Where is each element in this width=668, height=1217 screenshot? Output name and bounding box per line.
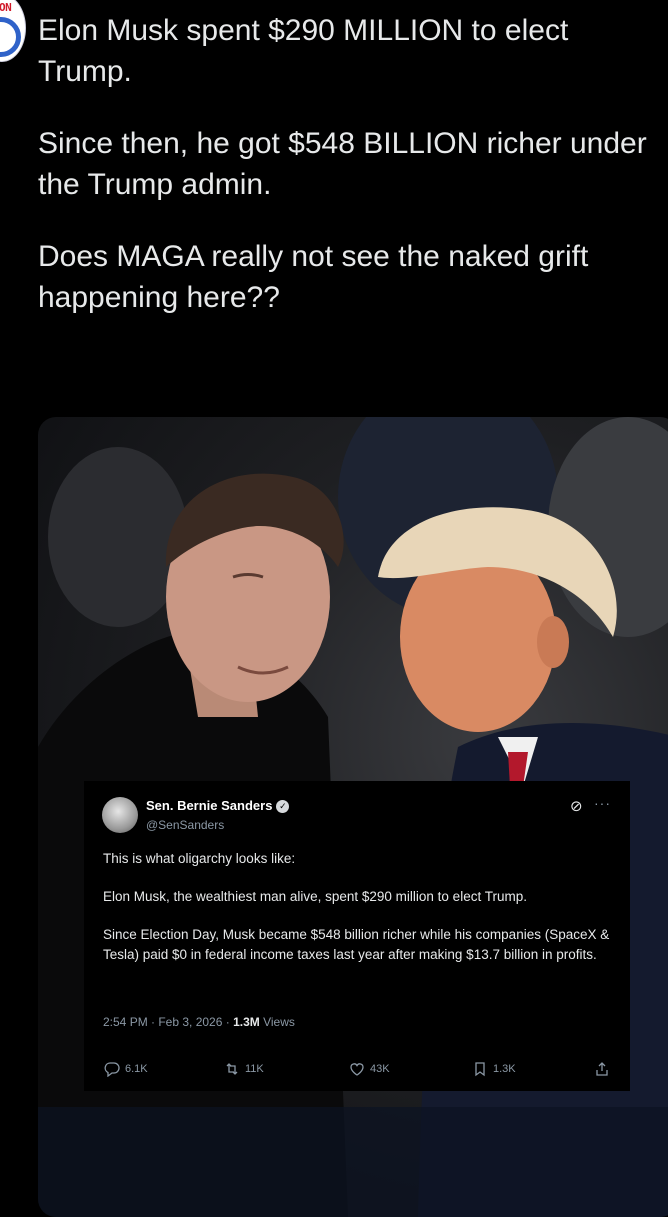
reply-count: 6.1K (125, 1063, 148, 1075)
share-icon (596, 1062, 608, 1076)
more-options-icon[interactable]: ··· (594, 795, 611, 811)
embedded-post[interactable]: Sen. Bernie Sanders ✓ @SenSanders ⊘ ··· T… (84, 781, 630, 1091)
repost-button[interactable]: 11K (224, 1061, 264, 1077)
avatar-ring (0, 17, 21, 57)
tweet-text: Elon Musk spent $290 MILLION to elect Tr… (38, 10, 660, 349)
embed-paragraph: This is what oligarchy looks like: (103, 851, 296, 866)
embed-handle[interactable]: @SenSanders (146, 818, 224, 832)
repost-count: 11K (245, 1063, 264, 1075)
embed-avatar[interactable] (102, 797, 138, 833)
reply-icon (104, 1062, 120, 1077)
tweet-paragraph: Does MAGA really not see the naked grift… (38, 240, 589, 314)
embed-views-count: 1.3M (233, 1015, 260, 1029)
embed-views-label: Views (259, 1015, 295, 1029)
like-count: 43K (370, 1063, 390, 1075)
avatar-tag: ON (0, 1, 12, 14)
embed-paragraph: Elon Musk, the wealthiest man alive, spe… (103, 889, 527, 904)
bookmark-count: 1.3K (493, 1063, 516, 1075)
heart-icon (350, 1063, 364, 1076)
embed-paragraph: Since Election Day, Musk became $548 bil… (103, 927, 610, 962)
embed-body: This is what oligarchy looks like: Elon … (103, 849, 613, 983)
like-button[interactable]: 43K (349, 1061, 390, 1077)
embed-time[interactable]: 2:54 PM · Feb 3, 2026 · (103, 1015, 233, 1029)
repost-icon (226, 1063, 238, 1075)
bookmark-icon (475, 1062, 485, 1077)
author-avatar[interactable]: ON (0, 0, 26, 62)
share-button[interactable] (594, 1061, 610, 1077)
embed-timestamp: 2:54 PM · Feb 3, 2026 · 1.3M Views (103, 1015, 295, 1029)
embed-author-name-text[interactable]: Sen. Bernie Sanders (146, 798, 272, 813)
tweet-paragraph: Elon Musk spent $290 MILLION to elect Tr… (38, 14, 569, 88)
embed-action-bar: 6.1K 11K 43K 1.3K (104, 1061, 614, 1081)
embed-author-name[interactable]: Sen. Bernie Sanders ✓ (146, 798, 290, 814)
bookmark-button[interactable]: 1.3K (472, 1061, 516, 1077)
reply-button[interactable]: 6.1K (104, 1061, 148, 1077)
tweet-paragraph: Since then, he got $548 BILLION richer u… (38, 127, 647, 201)
grok-icon[interactable]: ⊘ (570, 799, 586, 815)
verified-icon: ✓ (276, 800, 290, 814)
